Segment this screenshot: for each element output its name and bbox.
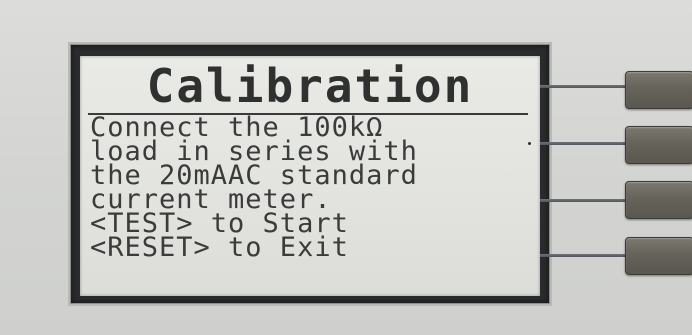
softkey-2-button[interactable] <box>625 126 692 164</box>
softkey-2-lead-line <box>540 142 628 145</box>
softkey-4-button[interactable] <box>625 237 692 275</box>
message-line-6: <RESET> to Exit <box>90 232 349 263</box>
softkey-1-lead-line <box>540 85 628 88</box>
instrument-front-panel: Calibration Connect the 100kΩ load in se… <box>0 0 692 335</box>
screen-title: Calibration <box>146 59 474 113</box>
softkey-1-button[interactable] <box>625 71 692 109</box>
lcd-display: Calibration Connect the 100kΩ load in se… <box>80 56 540 296</box>
softkey-4-lead-line <box>540 254 628 257</box>
message-lines: Connect the 100kΩ load in series with th… <box>90 114 536 263</box>
softkey-3-lead-line <box>540 199 628 202</box>
indicator-dot <box>528 142 531 145</box>
softkey-3-button[interactable] <box>625 181 692 219</box>
